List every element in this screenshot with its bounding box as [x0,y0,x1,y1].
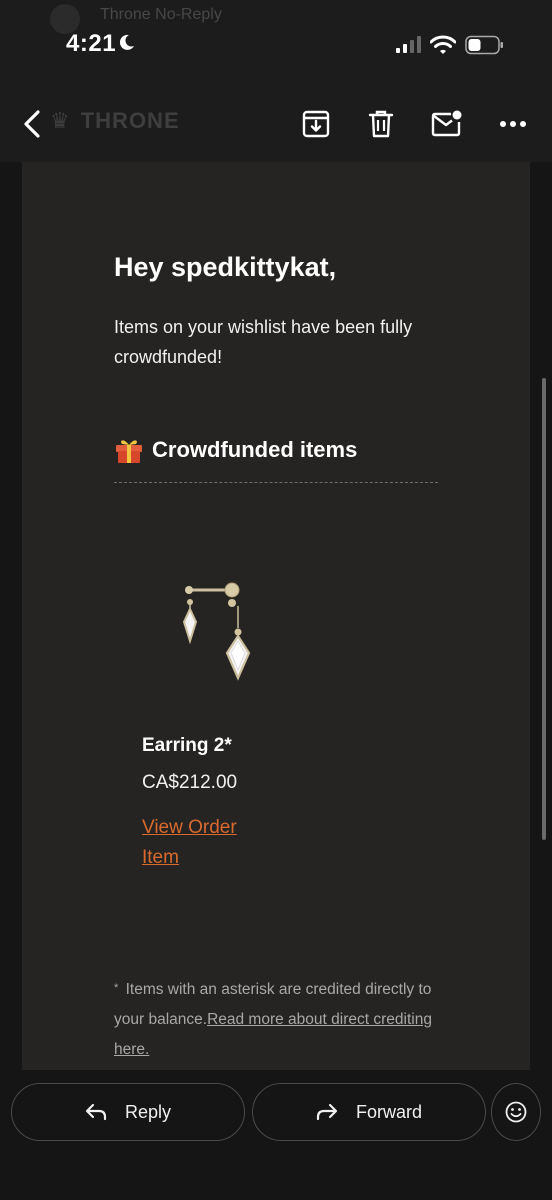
emoji-reaction-button[interactable] [491,1083,541,1141]
trash-icon [368,110,394,138]
cellular-signal-icon [396,36,421,53]
scrollbar[interactable] [542,378,546,840]
delete-button[interactable] [365,108,397,140]
intro-text: Items on your wishlist have been fully c… [114,317,413,367]
battery-icon [465,35,503,55]
greeting-heading: Hey spedkittykat, [114,252,337,282]
clock-time: 4:21 [66,30,117,57]
section-divider [114,482,438,483]
section-title: Crowdfunded items [152,437,358,462]
earring-product-image [182,582,251,681]
archive-icon [302,110,330,138]
sender-name: Throne No-Reply [100,6,222,23]
more-horizontal-icon [500,121,526,127]
reply-label: Reply [124,1101,172,1122]
mail-unread-icon [431,110,462,137]
product-name: Earring 2* [142,735,232,756]
email-body-card [22,162,530,1070]
footnote-asterisk: * [114,982,119,994]
more-options-button[interactable] [497,108,529,140]
section-heading: Crowdfunded items [114,436,357,464]
archive-button[interactable] [300,108,332,140]
product-price: CA$212.00 [142,772,238,793]
email-screen: Throne No-Reply 4:21 ♛ THRONE Hey spedki… [0,0,552,1200]
status-bar: Throne No-Reply 4:21 [0,0,552,90]
forward-button[interactable]: Forward [252,1083,486,1141]
mark-unread-button[interactable] [431,108,463,140]
email-toolbar: ♛ THRONE [0,90,552,162]
smiley-icon [505,1101,527,1123]
forward-label: Forward [355,1101,422,1122]
moon-icon [119,34,134,50]
reply-icon [85,1103,107,1121]
reply-button[interactable]: Reply [11,1083,245,1141]
footnote: * Items with an asterisk are credited di… [114,975,454,1065]
gift-icon [116,440,142,463]
back-button[interactable] [16,108,48,140]
throne-logo: ♛ THRONE [50,108,180,133]
chevron-left-icon [24,110,40,138]
wifi-icon [430,35,456,54]
forward-icon [316,1103,338,1121]
view-order-item-link[interactable]: View Order Item [142,813,272,873]
